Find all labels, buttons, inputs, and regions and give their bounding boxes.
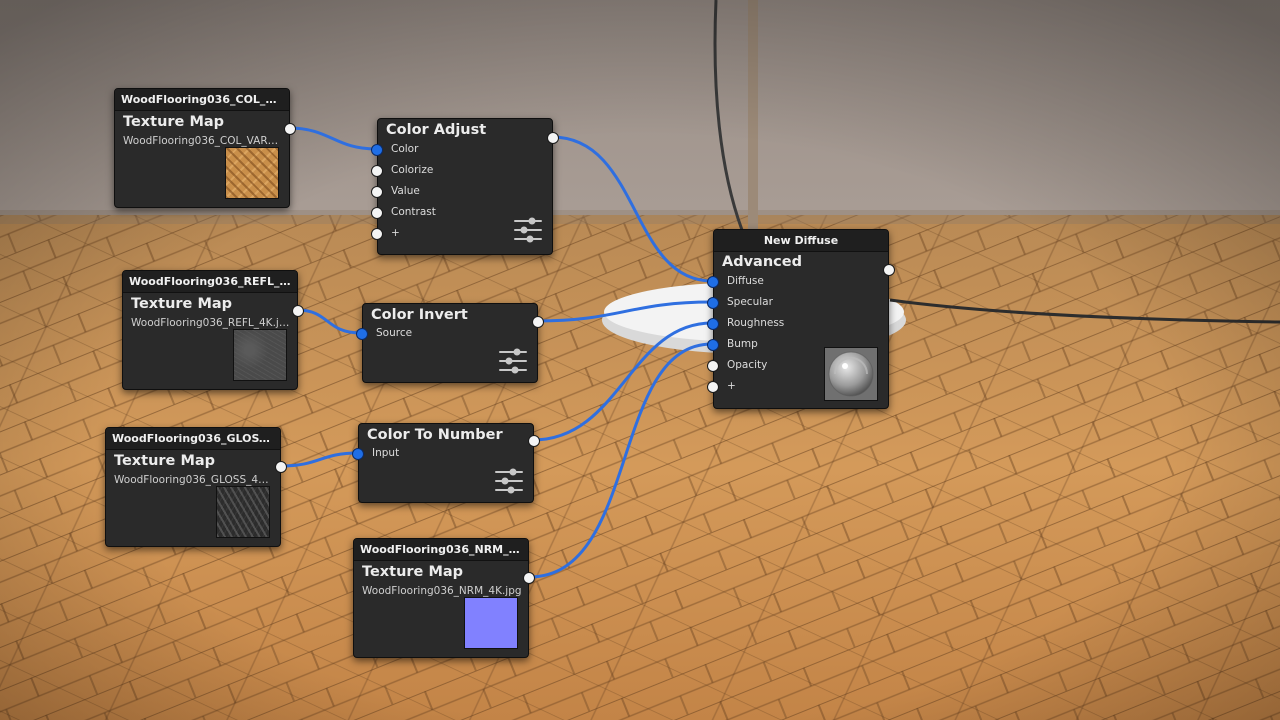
input-port-colorize[interactable]: [371, 165, 383, 177]
input-port-input[interactable]: [352, 448, 364, 460]
output-port[interactable]: [547, 132, 559, 144]
material-preview-sphere-icon: [824, 347, 878, 401]
input-label-bump: Bump: [727, 338, 758, 350]
input-label-add: +: [391, 227, 400, 239]
output-port[interactable]: [883, 264, 895, 276]
input-label-diffuse: Diffuse: [727, 275, 764, 287]
texture-map-node-col[interactable]: WoodFlooring036_COL_VA... Texture Map Wo…: [114, 88, 296, 208]
node-title: Texture Map: [114, 453, 216, 469]
sliders-icon[interactable]: [499, 348, 527, 374]
input-port-diffuse[interactable]: [707, 276, 719, 288]
node-title: Texture Map: [362, 564, 464, 580]
texture-map-node-nrm[interactable]: WoodFlooring036_NRM_4K Texture Map WoodF…: [353, 538, 535, 658]
input-port-value[interactable]: [371, 186, 383, 198]
texture-filename: WoodFlooring036_NRM_4K.jpg: [362, 585, 522, 597]
texture-thumbnail: [233, 329, 287, 381]
input-port-add[interactable]: [707, 381, 719, 393]
color-adjust-node[interactable]: Color Adjust Color Colorize Value Contra…: [371, 118, 559, 255]
node-header: WoodFlooring036_GLOSS_...: [106, 428, 280, 450]
node-title: Color Invert: [371, 307, 468, 323]
input-port-add[interactable]: [371, 228, 383, 240]
input-label-source: Source: [376, 327, 413, 339]
node-header: WoodFlooring036_NRM_4K: [354, 539, 528, 561]
diffuse-material-node[interactable]: New Diffuse Advanced Diffuse Specular Ro…: [707, 229, 895, 409]
texture-thumbnail: [225, 147, 279, 199]
texture-filename: WoodFlooring036_REFL_4K.jpg: [131, 317, 291, 329]
output-port[interactable]: [532, 316, 544, 328]
node-title: Texture Map: [123, 114, 225, 130]
input-port-source[interactable]: [356, 328, 368, 340]
node-header: New Diffuse: [714, 230, 888, 252]
node-header: WoodFlooring036_REFL_4K: [123, 271, 297, 293]
input-label-roughness: Roughness: [727, 317, 785, 329]
texture-thumbnail: [216, 486, 270, 538]
input-label-colorize: Colorize: [391, 164, 434, 176]
input-label-specular: Specular: [727, 296, 773, 308]
input-port-roughness[interactable]: [707, 318, 719, 330]
input-port-contrast[interactable]: [371, 207, 383, 219]
output-port[interactable]: [292, 305, 304, 317]
input-label-value: Value: [391, 185, 420, 197]
input-port-specular[interactable]: [707, 297, 719, 309]
color-invert-node[interactable]: Color Invert Source: [356, 303, 544, 383]
color-to-number-node[interactable]: Color To Number Input: [352, 423, 540, 503]
node-title: Color Adjust: [386, 122, 487, 138]
texture-filename: WoodFlooring036_GLOSS_4K.j...: [114, 474, 274, 486]
input-label-color: Color: [391, 143, 419, 155]
output-port[interactable]: [528, 435, 540, 447]
node-header: WoodFlooring036_COL_VA...: [115, 89, 289, 111]
input-label-contrast: Contrast: [391, 206, 436, 218]
output-port[interactable]: [284, 123, 296, 135]
input-label-input: Input: [372, 447, 400, 459]
node-title: Texture Map: [131, 296, 233, 312]
texture-thumbnail: [464, 597, 518, 649]
output-port[interactable]: [275, 461, 287, 473]
output-port[interactable]: [523, 572, 535, 584]
texture-map-node-gloss[interactable]: WoodFlooring036_GLOSS_... Texture Map Wo…: [105, 427, 287, 547]
node-title: Advanced: [722, 254, 802, 270]
input-port-color[interactable]: [371, 144, 383, 156]
node-title: Color To Number: [367, 427, 503, 443]
input-label-opacity: Opacity: [727, 359, 768, 371]
input-label-add: +: [727, 380, 736, 392]
texture-filename: WoodFlooring036_COL_VAR1_...: [123, 135, 283, 147]
sliders-icon[interactable]: [514, 217, 542, 243]
texture-map-node-refl[interactable]: WoodFlooring036_REFL_4K Texture Map Wood…: [122, 270, 304, 390]
input-port-opacity[interactable]: [707, 360, 719, 372]
input-port-bump[interactable]: [707, 339, 719, 351]
sliders-icon[interactable]: [495, 468, 523, 494]
